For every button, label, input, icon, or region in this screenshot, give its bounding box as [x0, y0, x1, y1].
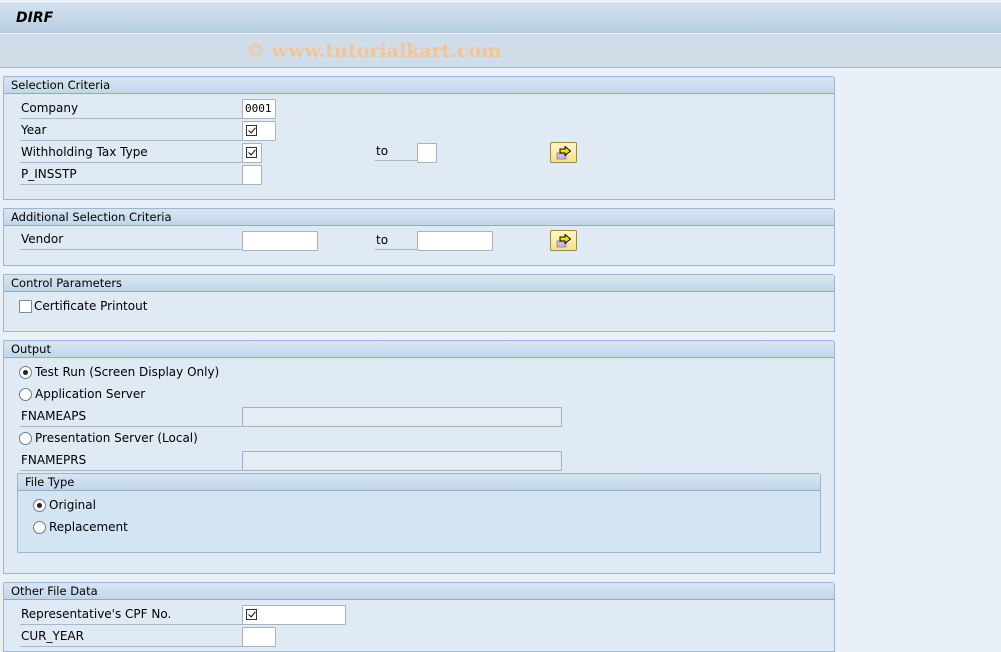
vendor-from-input[interactable] [242, 231, 318, 251]
fnameaps-label: FNAMEAPS [20, 406, 245, 427]
company-input[interactable]: 0001 [242, 99, 276, 119]
fnameprs-label: FNAMEPRS [20, 450, 245, 471]
required-entry-icon [246, 125, 257, 136]
cur-year-input[interactable] [242, 627, 276, 647]
cur-year-label: CUR_YEAR [20, 626, 245, 647]
wht-type-label: Withholding Tax Type [20, 142, 245, 163]
wht-type-to-label: to [375, 140, 417, 161]
wht-type-multiple-selection-button[interactable] [550, 142, 577, 163]
file-type-group: File Type Original Replacement [17, 473, 821, 553]
replacement-label: Replacement [49, 520, 128, 534]
year-label: Year [20, 120, 245, 141]
required-entry-icon [246, 609, 257, 620]
control-parameters-group: Control Parameters Certificate Printout [3, 274, 835, 332]
wht-type-from-input[interactable] [242, 143, 262, 163]
cpf-label: Representative's CPF No. [20, 604, 245, 625]
wht-type-to-input[interactable] [417, 143, 437, 163]
vendor-to-input[interactable] [417, 231, 493, 251]
vendor-multiple-selection-button[interactable] [550, 230, 577, 251]
presentation-server-label: Presentation Server (Local) [35, 431, 198, 445]
group-header: Selection Criteria [4, 77, 834, 94]
output-group: Output Test Run (Screen Display Only) Ap… [3, 340, 835, 574]
application-toolbar: © www.tutorialkart.com [0, 34, 1001, 68]
application-server-label: Application Server [35, 387, 146, 401]
other-file-data-group: Other File Data Representative's CPF No.… [3, 582, 835, 652]
original-label: Original [49, 498, 96, 512]
cpf-input[interactable] [242, 605, 346, 625]
selection-criteria-group: Selection Criteria Company 0001 Year Wit… [3, 76, 835, 200]
replacement-radio[interactable] [33, 521, 46, 534]
certificate-printout-checkbox[interactable] [19, 300, 32, 313]
p-insstp-input[interactable] [242, 165, 262, 185]
watermark-text: © www.tutorialkart.com [246, 40, 502, 62]
test-run-radio[interactable] [19, 366, 32, 379]
window-title: DIRF [16, 10, 54, 26]
multiple-selection-arrow-icon [556, 146, 572, 160]
group-header: Additional Selection Criteria [4, 209, 834, 226]
vendor-label: Vendor [20, 229, 245, 250]
fnameprs-input[interactable] [242, 451, 562, 471]
original-radio[interactable] [33, 499, 46, 512]
company-label: Company [20, 98, 245, 119]
group-header: Control Parameters [4, 275, 834, 292]
group-header: Output [4, 341, 834, 358]
p-insstp-label: P_INSSTP [20, 164, 245, 185]
vendor-to-label: to [375, 229, 417, 250]
fnameaps-input[interactable] [242, 407, 562, 427]
application-server-radio[interactable] [19, 388, 32, 401]
group-header: Other File Data [4, 583, 834, 600]
certificate-printout-label: Certificate Printout [34, 299, 148, 313]
year-input[interactable] [242, 121, 276, 141]
presentation-server-radio[interactable] [19, 432, 32, 445]
test-run-label: Test Run (Screen Display Only) [35, 365, 220, 379]
multiple-selection-arrow-icon [556, 234, 572, 248]
additional-selection-criteria-group: Additional Selection Criteria Vendor to [3, 208, 835, 266]
title-bar: DIRF [0, 3, 1001, 34]
group-header: File Type [18, 474, 820, 491]
required-entry-icon [246, 147, 257, 158]
